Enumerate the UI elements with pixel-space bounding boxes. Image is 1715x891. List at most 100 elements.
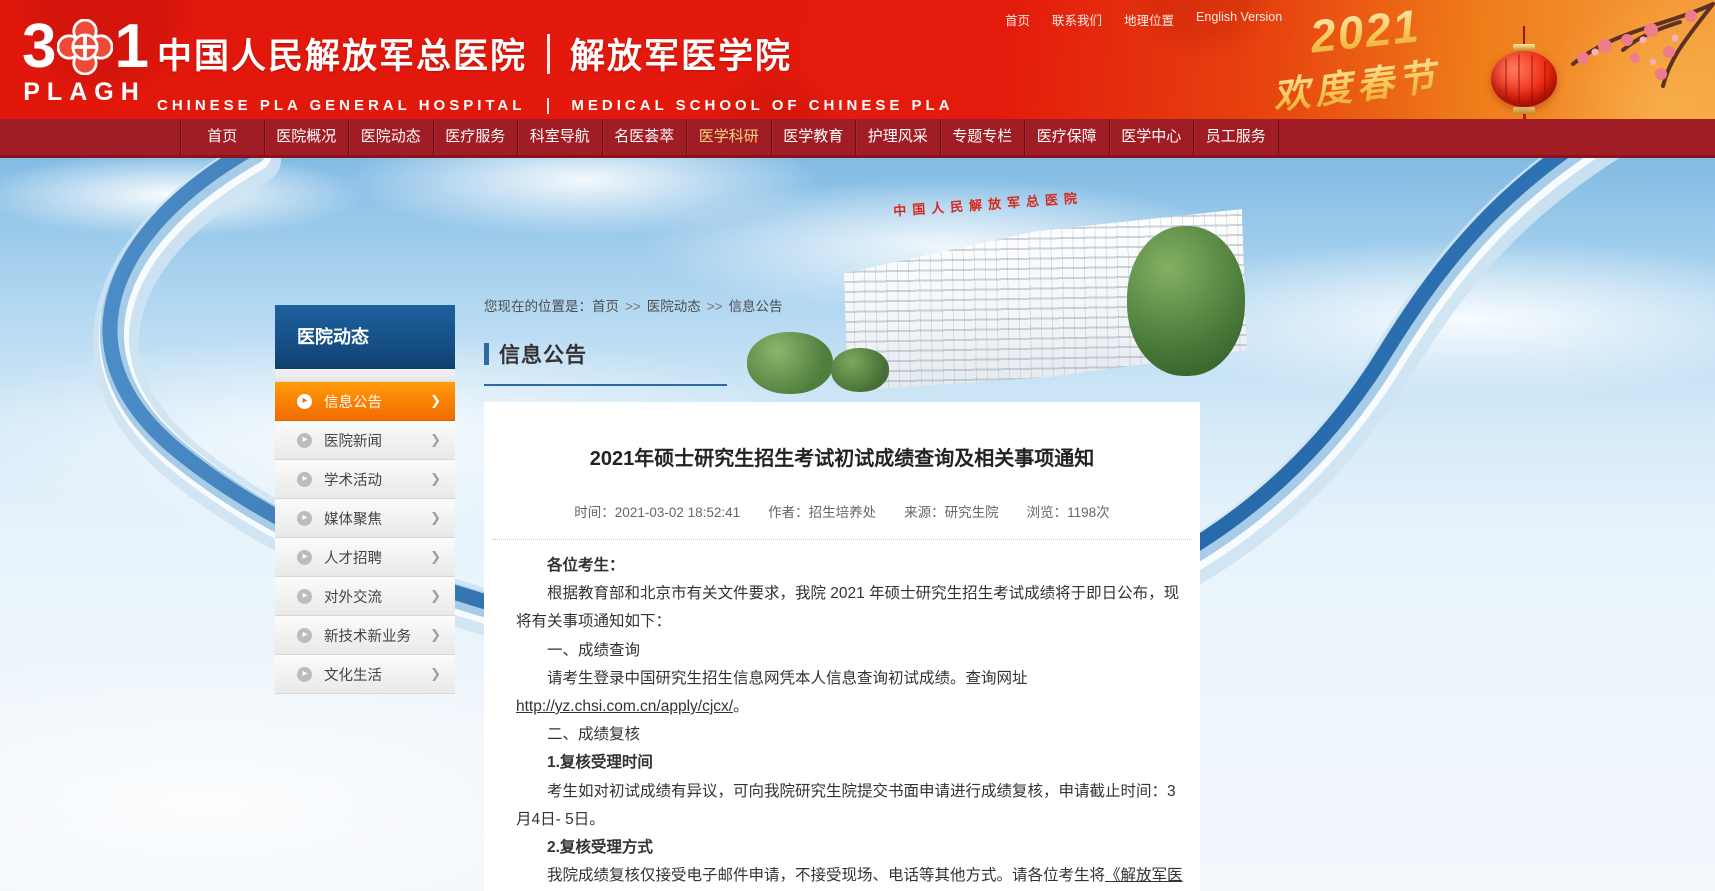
sidebar-item-label: 媒体聚焦 [324, 511, 382, 528]
sidebar: 医院动态 信息公告❯医院新闻❯学术活动❯媒体聚焦❯人才招聘❯对外交流❯新技术新业… [275, 305, 455, 694]
main-content: 您现在的位置是：首页 >> 医院动态 >> 信息公告 信息公告 2021年硕士研究生招生… [484, 295, 1200, 891]
arrow-circle-icon [297, 393, 312, 409]
arrow-circle-icon [297, 549, 312, 565]
chevron-right-icon: ❯ [430, 393, 441, 408]
sidebar-item[interactable]: 对外交流 ❯ [275, 577, 455, 616]
sidebar-spacer [275, 369, 455, 382]
page: 首页 联系我们 地理位置 English Version 3 1 PLAGH 中… [0, 0, 1715, 891]
topbar-link[interactable]: 首页 [1005, 10, 1030, 29]
site-title-cn: 中国人民解放军总医院 [157, 37, 528, 76]
topbar-link[interactable]: 地理位置 [1124, 10, 1174, 29]
logo-digit-3: 3 [22, 12, 57, 81]
meta-value: 2021-03-02 18:52:41 [614, 505, 741, 520]
page-body: 中国人民解放军总医院 医院动态 信息公告❯医院新闻❯学术活动❯媒体聚焦❯人才招聘 [0, 158, 1715, 891]
sidebar-item[interactable]: 人才招聘 ❯ [275, 538, 455, 577]
nav-item[interactable]: 医疗保障 [1025, 119, 1110, 155]
sidebar-item[interactable]: 信息公告 ❯ [275, 382, 455, 421]
sidebar-item[interactable]: 医院新闻 ❯ [275, 421, 455, 460]
section-accent-bar [484, 343, 489, 365]
arrow-circle-icon [297, 471, 312, 487]
article-panel: 2021年硕士研究生招生考试初试成绩查询及相关事项通知 时间：2021-03-0… [484, 402, 1200, 891]
chevron-right-icon: ❯ [430, 549, 441, 564]
site-title-cn2: 解放军医学院 [570, 37, 793, 76]
nav-item[interactable]: 专题专栏 [941, 119, 1025, 155]
sidebar-item-label: 医院新闻 [324, 433, 382, 450]
nav-item[interactable]: 医学教育 [772, 119, 856, 155]
nav-item[interactable]: 医学中心 [1110, 119, 1194, 155]
article-link[interactable]: http://yz.chsi.com.cn/apply/cjcx/ [516, 698, 733, 715]
article-paragraph: 2.复核受理方式 [516, 834, 1190, 862]
meta-label: 时间： [574, 505, 615, 520]
site-subtitle-en2: MEDICAL SCHOOL OF CHINESE PLA [571, 97, 954, 114]
meta-pair: 来源：研究生院 [904, 505, 999, 520]
article-text: 1.复核受理时间 [547, 754, 653, 772]
article-paragraph: 根据教育部和北京市有关文件要求，我院 2021 年硕士研究生招生考试成绩将于即日… [516, 580, 1190, 636]
article-text: 请考生登录中国研究生招生信息网凭本人信息查询初试成绩。查询网址 [547, 669, 1028, 687]
chevron-right-icon: ❯ [430, 588, 441, 603]
article-paragraph: 1.复核受理时间 [516, 749, 1190, 777]
section-title: 信息公告 [499, 344, 587, 367]
topbar-link[interactable]: 联系我们 [1052, 10, 1102, 29]
meta-pair: 浏览：1198次 [1027, 505, 1110, 520]
meta-divider [492, 539, 1192, 540]
chevron-right-icon: ❯ [430, 432, 441, 447]
nav-item[interactable]: 科室导航 [518, 119, 603, 155]
breadcrumb-link[interactable]: 首页 [592, 299, 619, 314]
subtitle-divider [547, 97, 550, 114]
sidebar-item[interactable]: 新技术新业务 ❯ [275, 616, 455, 655]
meta-label: 作者： [768, 505, 809, 520]
breadcrumb-link[interactable]: 信息公告 [729, 299, 783, 314]
article-paragraph: 各位考生： [516, 552, 1190, 580]
title-divider [547, 33, 551, 74]
meta-value: 1198次 [1067, 505, 1110, 520]
logo-digit-1: 1 [114, 12, 150, 81]
arrow-circle-icon [297, 510, 312, 526]
breadcrumb-prefix: 您现在的位置是： [484, 299, 592, 314]
article-text: 二、成绩复核 [547, 726, 641, 744]
article-text: 我院成绩复核仅接受电子邮件申请，不接受现场、电话等其他方式。请各位考生将 [547, 867, 1106, 885]
sidebar-item-label: 对外交流 [324, 589, 382, 606]
main-navigation: 首页 医院概况 医院动态 医疗服务 科室导航 名医荟萃 医学科研 医学教育 护理风采 专题专栏 医疗… [0, 119, 1715, 158]
nav-item[interactable]: 医学科研 [687, 119, 772, 155]
breadcrumb-separator: >> [625, 299, 641, 314]
sidebar-item-label: 新技术新业务 [324, 628, 411, 645]
meta-value: 招生培养处 [808, 505, 877, 520]
nav-item[interactable]: 护理风采 [856, 119, 941, 155]
article-text: 考生如对初试成绩有异议，可向我院研究生院提交书面申请进行成绩复核，申请截止时间：… [516, 782, 1176, 828]
article-paragraph: 一、成绩查询 [516, 637, 1190, 665]
meta-label: 来源： [904, 505, 945, 520]
article-text: 。 [733, 698, 749, 716]
sidebar-item[interactable]: 文化生活 ❯ [275, 655, 455, 694]
sidebar-item-label: 人才招聘 [324, 550, 382, 567]
nav-item[interactable]: 医院概况 [265, 119, 349, 155]
meta-pair: 作者：招生培养处 [768, 505, 876, 520]
nav-item[interactable]: 医院动态 [349, 119, 434, 155]
festival-greeting: 欢度春节 [1269, 46, 1443, 120]
nav-item[interactable]: 员工服务 [1194, 119, 1279, 155]
arrow-circle-icon [297, 588, 312, 604]
sidebar-item[interactable]: 媒体聚焦 ❯ [275, 499, 455, 538]
hospital-logo[interactable]: 3 1 PLAGH [12, 12, 157, 107]
article-paragraph: 请考生登录中国研究生招生信息网凭本人信息查询初试成绩。查询网址 http://yz… [516, 665, 1190, 721]
breadcrumb-link[interactable]: 医院动态 [647, 299, 701, 314]
sidebar-item-label: 学术活动 [324, 472, 382, 489]
meta-value: 研究生院 [944, 505, 999, 520]
chevron-right-icon: ❯ [430, 510, 441, 525]
article-title: 2021年硕士研究生招生考试初试成绩查询及相关事项通知 [589, 448, 1095, 470]
article-text: 各位考生： [547, 557, 625, 574]
arrow-circle-icon [297, 666, 312, 682]
nav-item[interactable]: 医疗服务 [434, 119, 518, 155]
article-text: 一、成绩查询 [547, 641, 641, 659]
site-header: 首页 联系我们 地理位置 English Version 3 1 PLAGH 中… [0, 0, 1715, 143]
sidebar-item-label: 文化生活 [324, 667, 382, 684]
sidebar-item[interactable]: 学术活动 ❯ [275, 460, 455, 499]
chevron-right-icon: ❯ [430, 627, 441, 642]
sidebar-item-label: 信息公告 [324, 394, 382, 411]
breadcrumb: 您现在的位置是：首页 >> 医院动态 >> 信息公告 [484, 295, 1200, 315]
logo-plagh-text: PLAGH [23, 78, 146, 106]
section-underline [484, 384, 727, 386]
article-paragraph: 考生如对初试成绩有异议，可向我院研究生院提交书面申请进行成绩复核，申请截止时间：… [516, 778, 1190, 834]
meta-label: 浏览： [1026, 505, 1068, 520]
nav-item[interactable]: 首页 [180, 119, 265, 155]
nav-item[interactable]: 名医荟萃 [603, 119, 687, 155]
